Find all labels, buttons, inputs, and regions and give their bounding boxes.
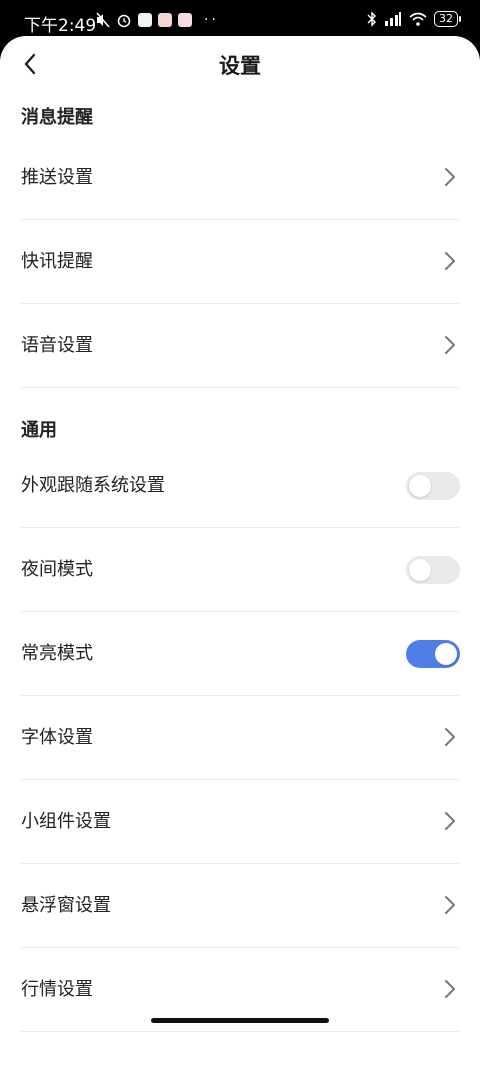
toggle-knob [435,643,457,665]
chevron-right-icon [445,728,455,746]
toggle-knob [409,475,431,497]
chevron-right-icon [445,252,455,270]
section-title-general: 通用 [21,420,57,441]
status-time: 下午2:49 [24,16,97,36]
settings-item-widget[interactable]: 小组件设置 [20,780,460,864]
follow-system-toggle[interactable] [406,472,460,500]
section-title-notifications: 消息提醒 [21,107,93,128]
settings-item-label: 悬浮窗设置 [21,895,111,916]
settings-item-label: 外观跟随系统设置 [21,475,165,496]
status-system-icons: 32 [367,11,461,27]
bluetooth-icon [367,11,376,27]
settings-item-push[interactable]: 推送设置 [20,136,460,220]
settings-page: 设置 消息提醒 推送设置 快讯提醒 语音设置 通用 外观跟随系统设置 夜间模式 … [0,36,480,1066]
settings-item-keep-screen-on: 常亮模式 [20,612,460,696]
settings-item-label: 快讯提醒 [21,251,93,272]
settings-item-label: 语音设置 [21,335,93,356]
night-mode-toggle[interactable] [406,556,460,584]
settings-item-night-mode: 夜间模式 [20,528,460,612]
chevron-right-icon [445,896,455,914]
signal-icon [385,12,401,26]
alarm-icon [117,14,131,28]
nav-bar: 设置 [0,36,480,92]
toggle-knob [409,559,431,581]
settings-item-voice[interactable]: 语音设置 [20,304,460,388]
settings-item-floating-window[interactable]: 悬浮窗设置 [20,864,460,948]
battery-icon: 32 [434,11,461,27]
mute-icon [96,12,110,28]
settings-item-label: 小组件设置 [21,811,111,832]
wifi-icon [409,12,427,26]
app-notification-icon [158,13,172,27]
page-title: 设置 [219,54,261,78]
settings-item-label: 常亮模式 [21,643,93,664]
chevron-right-icon [445,812,455,830]
settings-item-flash-alert[interactable]: 快讯提醒 [20,220,460,304]
settings-item-font[interactable]: 字体设置 [20,696,460,780]
more-notifications-icon: ·· [204,12,219,28]
settings-item-label: 夜间模式 [21,559,93,580]
settings-item-follow-system: 外观跟随系统设置 [20,444,460,528]
settings-item-label: 推送设置 [21,167,93,188]
app-notification-icon [138,13,152,27]
app-notification-icon [178,13,192,27]
chevron-right-icon [445,168,455,186]
chevron-right-icon [445,980,455,998]
settings-item-label: 行情设置 [21,979,93,1000]
settings-item-label: 字体设置 [21,727,93,748]
keep-screen-on-toggle[interactable] [406,640,460,668]
settings-list: 消息提醒 推送设置 快讯提醒 语音设置 通用 外观跟随系统设置 夜间模式 常亮模… [0,92,480,1032]
chevron-right-icon [445,336,455,354]
status-notification-icons: ·· [96,12,219,28]
home-indicator[interactable] [151,1018,329,1023]
